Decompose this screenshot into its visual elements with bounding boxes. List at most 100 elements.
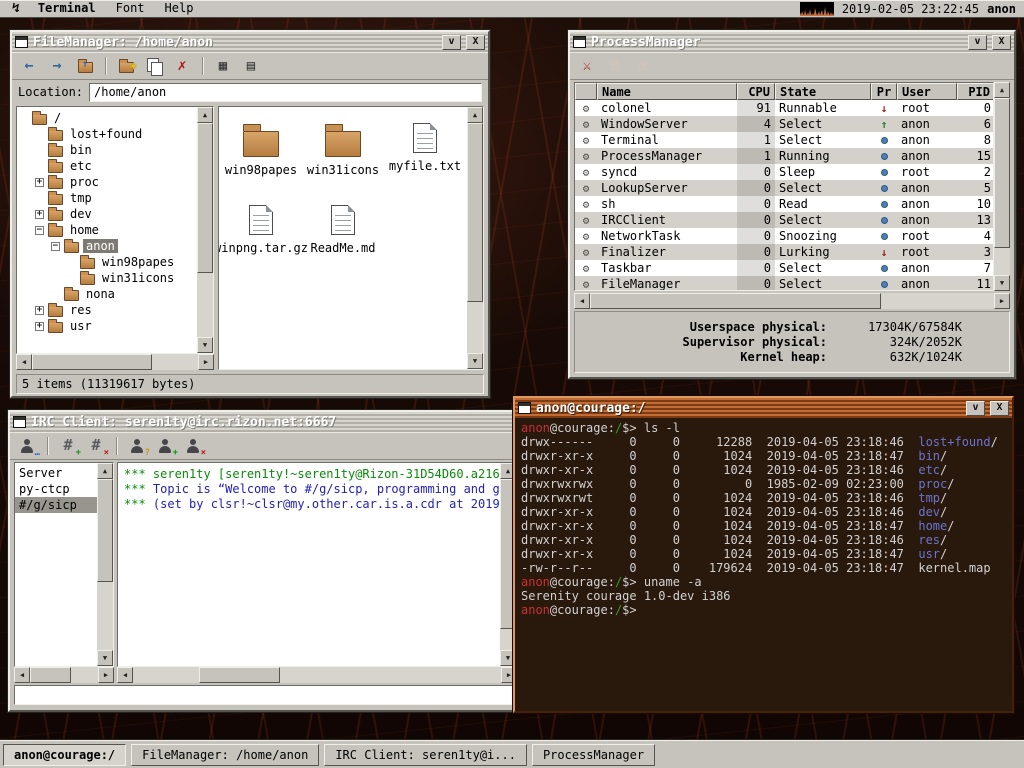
scroll-up-button[interactable]: ▲ bbox=[197, 107, 213, 123]
tree-expander[interactable]: − bbox=[35, 226, 44, 235]
list-view-icon[interactable]: ▤ bbox=[240, 56, 262, 76]
scroll-track[interactable] bbox=[32, 354, 198, 370]
scroll-down-button[interactable]: ▼ bbox=[97, 650, 113, 666]
column-header-Name[interactable]: Name bbox=[597, 83, 737, 100]
taskbar-button-3[interactable]: IRC Client: seren1ty@i... bbox=[324, 744, 527, 766]
taskbar-button-2[interactable]: FileManager: /home/anon bbox=[131, 744, 319, 766]
channel-item-gsicp[interactable]: #/g/sicp bbox=[15, 497, 97, 513]
whois-user-icon[interactable]: … bbox=[16, 436, 38, 456]
tree-item-[interactable]: / bbox=[19, 110, 195, 126]
scroll-up-button[interactable]: ▲ bbox=[467, 107, 483, 123]
scroll-track[interactable] bbox=[994, 98, 1010, 275]
scroll-right-button[interactable]: ▶ bbox=[198, 354, 214, 370]
menu-terminal[interactable]: Terminal bbox=[28, 1, 106, 15]
tree-item-bin[interactable]: bin bbox=[19, 142, 195, 158]
column-header-PID[interactable]: PID bbox=[957, 83, 994, 100]
new-folder-icon[interactable]: * bbox=[115, 56, 137, 76]
scroll-down-button[interactable]: ▼ bbox=[467, 353, 483, 369]
minimize-button[interactable]: v bbox=[966, 401, 985, 416]
tree-expander[interactable]: + bbox=[35, 178, 44, 187]
grid-view-icon[interactable]: ▦ bbox=[212, 56, 234, 76]
process-row-FileManager[interactable]: ⚙FileManager0Selectanon11 bbox=[575, 276, 993, 291]
process-row-colonel[interactable]: ⚙colonel91Runnable↓root0 bbox=[575, 100, 993, 116]
table-horizontal-scrollbar[interactable]: ◀ ▶ bbox=[574, 293, 1010, 309]
tree-item-lostfound[interactable]: lost+found bbox=[19, 126, 195, 142]
back-icon[interactable]: ← bbox=[18, 56, 40, 76]
tree-item-dev[interactable]: +dev bbox=[19, 206, 195, 222]
process-row-sh[interactable]: ⚙sh0Readanon10 bbox=[575, 196, 993, 212]
scroll-track[interactable] bbox=[590, 293, 994, 309]
scroll-track[interactable] bbox=[133, 667, 501, 683]
scroll-track[interactable] bbox=[197, 123, 213, 337]
query-member-icon[interactable]: ? bbox=[126, 436, 148, 456]
file-item-myfiletxt[interactable]: myfile.txt bbox=[387, 117, 463, 197]
tree-expander[interactable]: − bbox=[51, 242, 60, 251]
column-header-icon[interactable] bbox=[575, 83, 597, 100]
tree-expander[interactable]: + bbox=[35, 306, 44, 315]
add-member-icon[interactable]: + bbox=[154, 436, 176, 456]
tree-expander[interactable]: + bbox=[35, 322, 44, 331]
tree-item-res[interactable]: +res bbox=[19, 302, 195, 318]
channel-item-pyctcp[interactable]: py-ctcp bbox=[15, 481, 97, 497]
stop-icon[interactable]: ☝ bbox=[604, 56, 626, 76]
process-row-Taskbar[interactable]: ⚙Taskbar0Selectanon7 bbox=[575, 260, 993, 276]
tree-item-win98papes[interactable]: win98papes bbox=[19, 254, 195, 270]
column-header-CPU[interactable]: CPU bbox=[737, 83, 775, 100]
scroll-up-button[interactable]: ▲ bbox=[97, 463, 113, 479]
channel-list-scrollbar[interactable]: ▲ ▼ bbox=[97, 463, 113, 666]
tree-horizontal-scrollbar[interactable]: ◀ ▶ bbox=[16, 354, 214, 370]
menu-font[interactable]: Font bbox=[106, 1, 155, 15]
tree-item-etc[interactable]: etc bbox=[19, 158, 195, 174]
delete-icon[interactable]: ✗ bbox=[171, 56, 193, 76]
terminal-titlebar[interactable]: anon@courage:/ v X bbox=[515, 398, 1012, 418]
channel-item-Server[interactable]: Server bbox=[15, 465, 97, 481]
tree-item-win31icons[interactable]: win31icons bbox=[19, 270, 195, 286]
scroll-right-button[interactable]: ▶ bbox=[98, 667, 114, 683]
tree-item-proc[interactable]: +proc bbox=[19, 174, 195, 190]
scroll-left-button[interactable]: ◀ bbox=[14, 667, 30, 683]
file-item-winpngtargz[interactable]: winpng.tar.gz bbox=[223, 199, 299, 279]
scroll-track[interactable] bbox=[30, 667, 98, 683]
column-header-Pr[interactable]: Pr bbox=[871, 83, 897, 100]
scroll-down-button[interactable]: ▼ bbox=[197, 337, 213, 353]
table-vertical-scrollbar[interactable]: ▲ ▼ bbox=[994, 82, 1010, 291]
copy-icon[interactable] bbox=[143, 56, 165, 76]
processmanager-titlebar[interactable]: ProcessManager v X bbox=[570, 32, 1014, 52]
scroll-track[interactable] bbox=[467, 123, 483, 353]
tree-vertical-scrollbar[interactable]: ▲ ▼ bbox=[197, 107, 213, 353]
scroll-left-button[interactable]: ◀ bbox=[117, 667, 133, 683]
taskbar-button-4[interactable]: ProcessManager bbox=[532, 744, 655, 766]
process-row-Finalizer[interactable]: ⚙Finalizer0Lurking↓root3 bbox=[575, 244, 993, 260]
clock[interactable]: 2019-02-05 23:22:45 bbox=[842, 2, 979, 16]
taskbar-button-1[interactable]: anon@courage:/ bbox=[3, 744, 126, 766]
scroll-left-button[interactable]: ◀ bbox=[16, 354, 32, 370]
open-parent-icon[interactable]: ↑ bbox=[74, 56, 96, 76]
forward-icon[interactable]: → bbox=[46, 56, 68, 76]
scroll-left-button[interactable]: ◀ bbox=[574, 293, 590, 309]
column-header-User[interactable]: User bbox=[897, 83, 957, 100]
close-button[interactable]: X bbox=[466, 35, 485, 50]
process-row-IRCClient[interactable]: ⚙IRCClient0Selectanon13 bbox=[575, 212, 993, 228]
kick-member-icon[interactable]: × bbox=[182, 436, 204, 456]
chat-horizontal-scrollbar[interactable]: ◀ ▶ bbox=[117, 667, 517, 683]
filemanager-titlebar[interactable]: FileManager: /home/anon v X bbox=[12, 32, 488, 52]
system-logo-icon[interactable]: ↯ bbox=[6, 1, 26, 16]
scroll-up-button[interactable]: ▲ bbox=[994, 82, 1010, 98]
scroll-right-button[interactable]: ▶ bbox=[994, 293, 1010, 309]
tree-item-usr[interactable]: +usr bbox=[19, 318, 195, 334]
menu-help[interactable]: Help bbox=[155, 1, 204, 15]
tree-expander[interactable]: + bbox=[35, 210, 44, 219]
tree-item-tmp[interactable]: tmp bbox=[19, 190, 195, 206]
close-button[interactable]: X bbox=[992, 35, 1011, 50]
column-header-State[interactable]: State bbox=[775, 83, 871, 100]
process-row-syncd[interactable]: ⚙syncd0Sleeproot2 bbox=[575, 164, 993, 180]
kill-icon[interactable]: ⚔ bbox=[576, 56, 598, 76]
file-item-ReadMemd[interactable]: ReadMe.md bbox=[305, 199, 381, 279]
process-row-Terminal[interactable]: ⚙Terminal1Selectanon8 bbox=[575, 132, 993, 148]
channel-list-horizontal-scrollbar[interactable]: ◀ ▶ bbox=[14, 667, 114, 683]
process-row-NetworkTask[interactable]: ⚙NetworkTask0Snoozingroot4 bbox=[575, 228, 993, 244]
minimize-button[interactable]: v bbox=[442, 35, 461, 50]
tree-item-nona[interactable]: nona bbox=[19, 286, 195, 302]
tree-item-anon[interactable]: −anon bbox=[19, 238, 195, 254]
process-row-ProcessManager[interactable]: ⚙ProcessManager1Runninganon15 bbox=[575, 148, 993, 164]
